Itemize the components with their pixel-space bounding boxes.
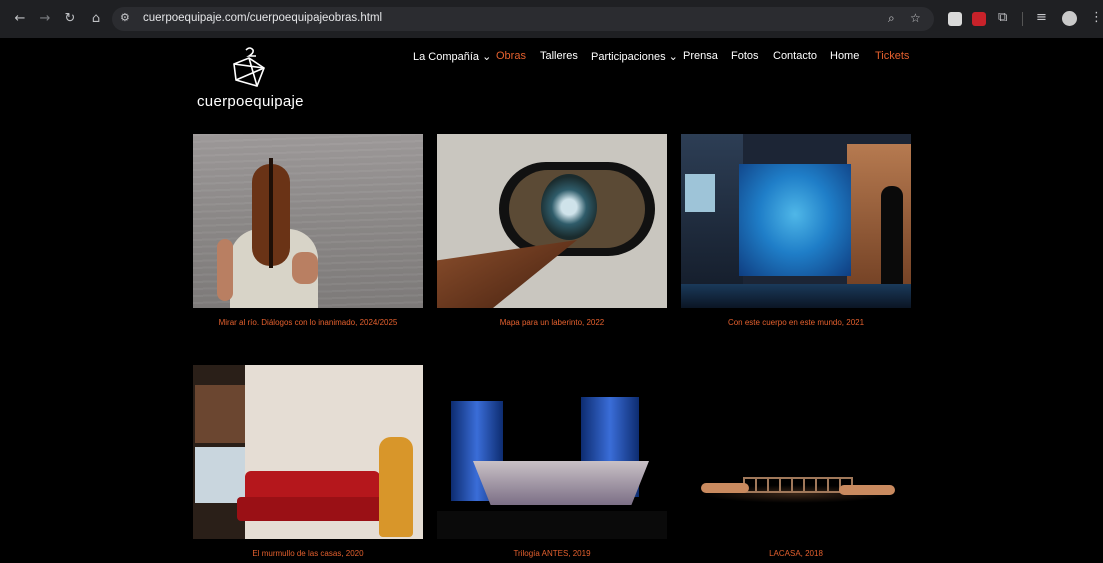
work-caption-trilogia-antes[interactable]: Trilogía ANTES, 2019 <box>432 549 672 558</box>
work-caption-lacasa[interactable]: LACASA, 2018 <box>676 549 916 558</box>
window-left <box>685 174 715 212</box>
logo-mark-icon[interactable] <box>231 46 267 92</box>
stained-glass-dome <box>541 174 597 240</box>
work-caption-mapa-laberinto[interactable]: Mapa para un laberinto, 2022 <box>432 318 672 327</box>
browser-toolbar: ← → ↻ ⌂ ⚙ cuerpoequipaje.com/cuerpoequip… <box>0 0 1103 38</box>
dancer-right <box>839 485 895 495</box>
work-image-con-este-cuerpo[interactable] <box>681 134 911 308</box>
nav-home[interactable]: Home <box>830 50 859 62</box>
nav-talleres[interactable]: Talleres <box>540 50 578 62</box>
address-bar[interactable]: ⚙ cuerpoequipaje.com/cuerpoequipajeobras… <box>112 7 934 31</box>
work-image-murmullo-casas[interactable] <box>193 365 423 539</box>
figure-arm-left <box>217 239 233 301</box>
profile-avatar-icon[interactable] <box>1062 11 1077 26</box>
site-info-icon[interactable]: ⚙ <box>120 11 130 24</box>
work-image-lacasa[interactable] <box>681 365 911 539</box>
nav-la-compania[interactable]: La Compañía ⌄ <box>413 50 491 63</box>
reload-icon[interactable]: ↻ <box>62 11 78 27</box>
hammock-fabric <box>473 461 649 505</box>
pdf-extension-icon[interactable] <box>972 12 986 26</box>
dancer-figure <box>379 437 413 537</box>
work-caption-mirar-al-rio[interactable]: Mirar al río. Diálogos con lo inanimado,… <box>188 318 428 327</box>
work-caption-murmullo-casas[interactable]: El murmullo de las casas, 2020 <box>188 549 428 558</box>
ladder-prop <box>743 477 853 493</box>
dancer-left <box>701 483 749 493</box>
reading-list-icon[interactable]: ≡ <box>1036 10 1047 25</box>
work-image-trilogia-antes[interactable] <box>437 365 667 539</box>
red-sofa-seat <box>237 497 387 521</box>
nav-prensa[interactable]: Prensa <box>683 50 718 62</box>
toolbar-divider <box>1022 12 1023 26</box>
nav-tickets[interactable]: Tickets <box>875 50 909 62</box>
bookmark-star-icon[interactable]: ☆ <box>910 11 921 25</box>
figure-arm-right <box>292 252 318 284</box>
nav-contacto[interactable]: Contacto <box>773 50 817 62</box>
url-text[interactable]: cuerpoequipaje.com/cuerpoequipajeobras.h… <box>143 12 382 24</box>
work-image-mirar-al-rio[interactable] <box>193 134 423 308</box>
nav-fotos[interactable]: Fotos <box>731 50 759 62</box>
zoom-icon[interactable]: ⌕ <box>888 11 895 26</box>
floor-reflection <box>681 284 911 308</box>
work-image-mapa-laberinto[interactable] <box>437 134 667 308</box>
violin-neck <box>269 158 273 268</box>
menu-kebab-icon[interactable]: ⋮ <box>1090 10 1103 25</box>
forward-arrow-icon[interactable]: → <box>37 11 53 27</box>
photo-thumb-bottom <box>195 447 245 503</box>
nav-obras[interactable]: Obras <box>496 50 526 62</box>
brand-name[interactable]: cuerpoequipaje <box>197 93 304 110</box>
stage-floor <box>437 511 667 539</box>
draped-fabric <box>437 240 577 308</box>
extensions-puzzle-icon[interactable]: ⧉ <box>998 10 1007 25</box>
nav-participaciones[interactable]: Participaciones ⌄ <box>591 50 678 63</box>
extension-icon[interactable] <box>948 12 962 26</box>
projected-face <box>739 164 851 276</box>
back-arrow-icon[interactable]: ← <box>12 11 28 27</box>
work-caption-con-este-cuerpo[interactable]: Con este cuerpo en este mundo, 2021 <box>676 318 916 327</box>
home-icon[interactable]: ⌂ <box>88 11 104 27</box>
wall-left <box>681 134 743 308</box>
photo-thumb-top <box>195 385 245 443</box>
